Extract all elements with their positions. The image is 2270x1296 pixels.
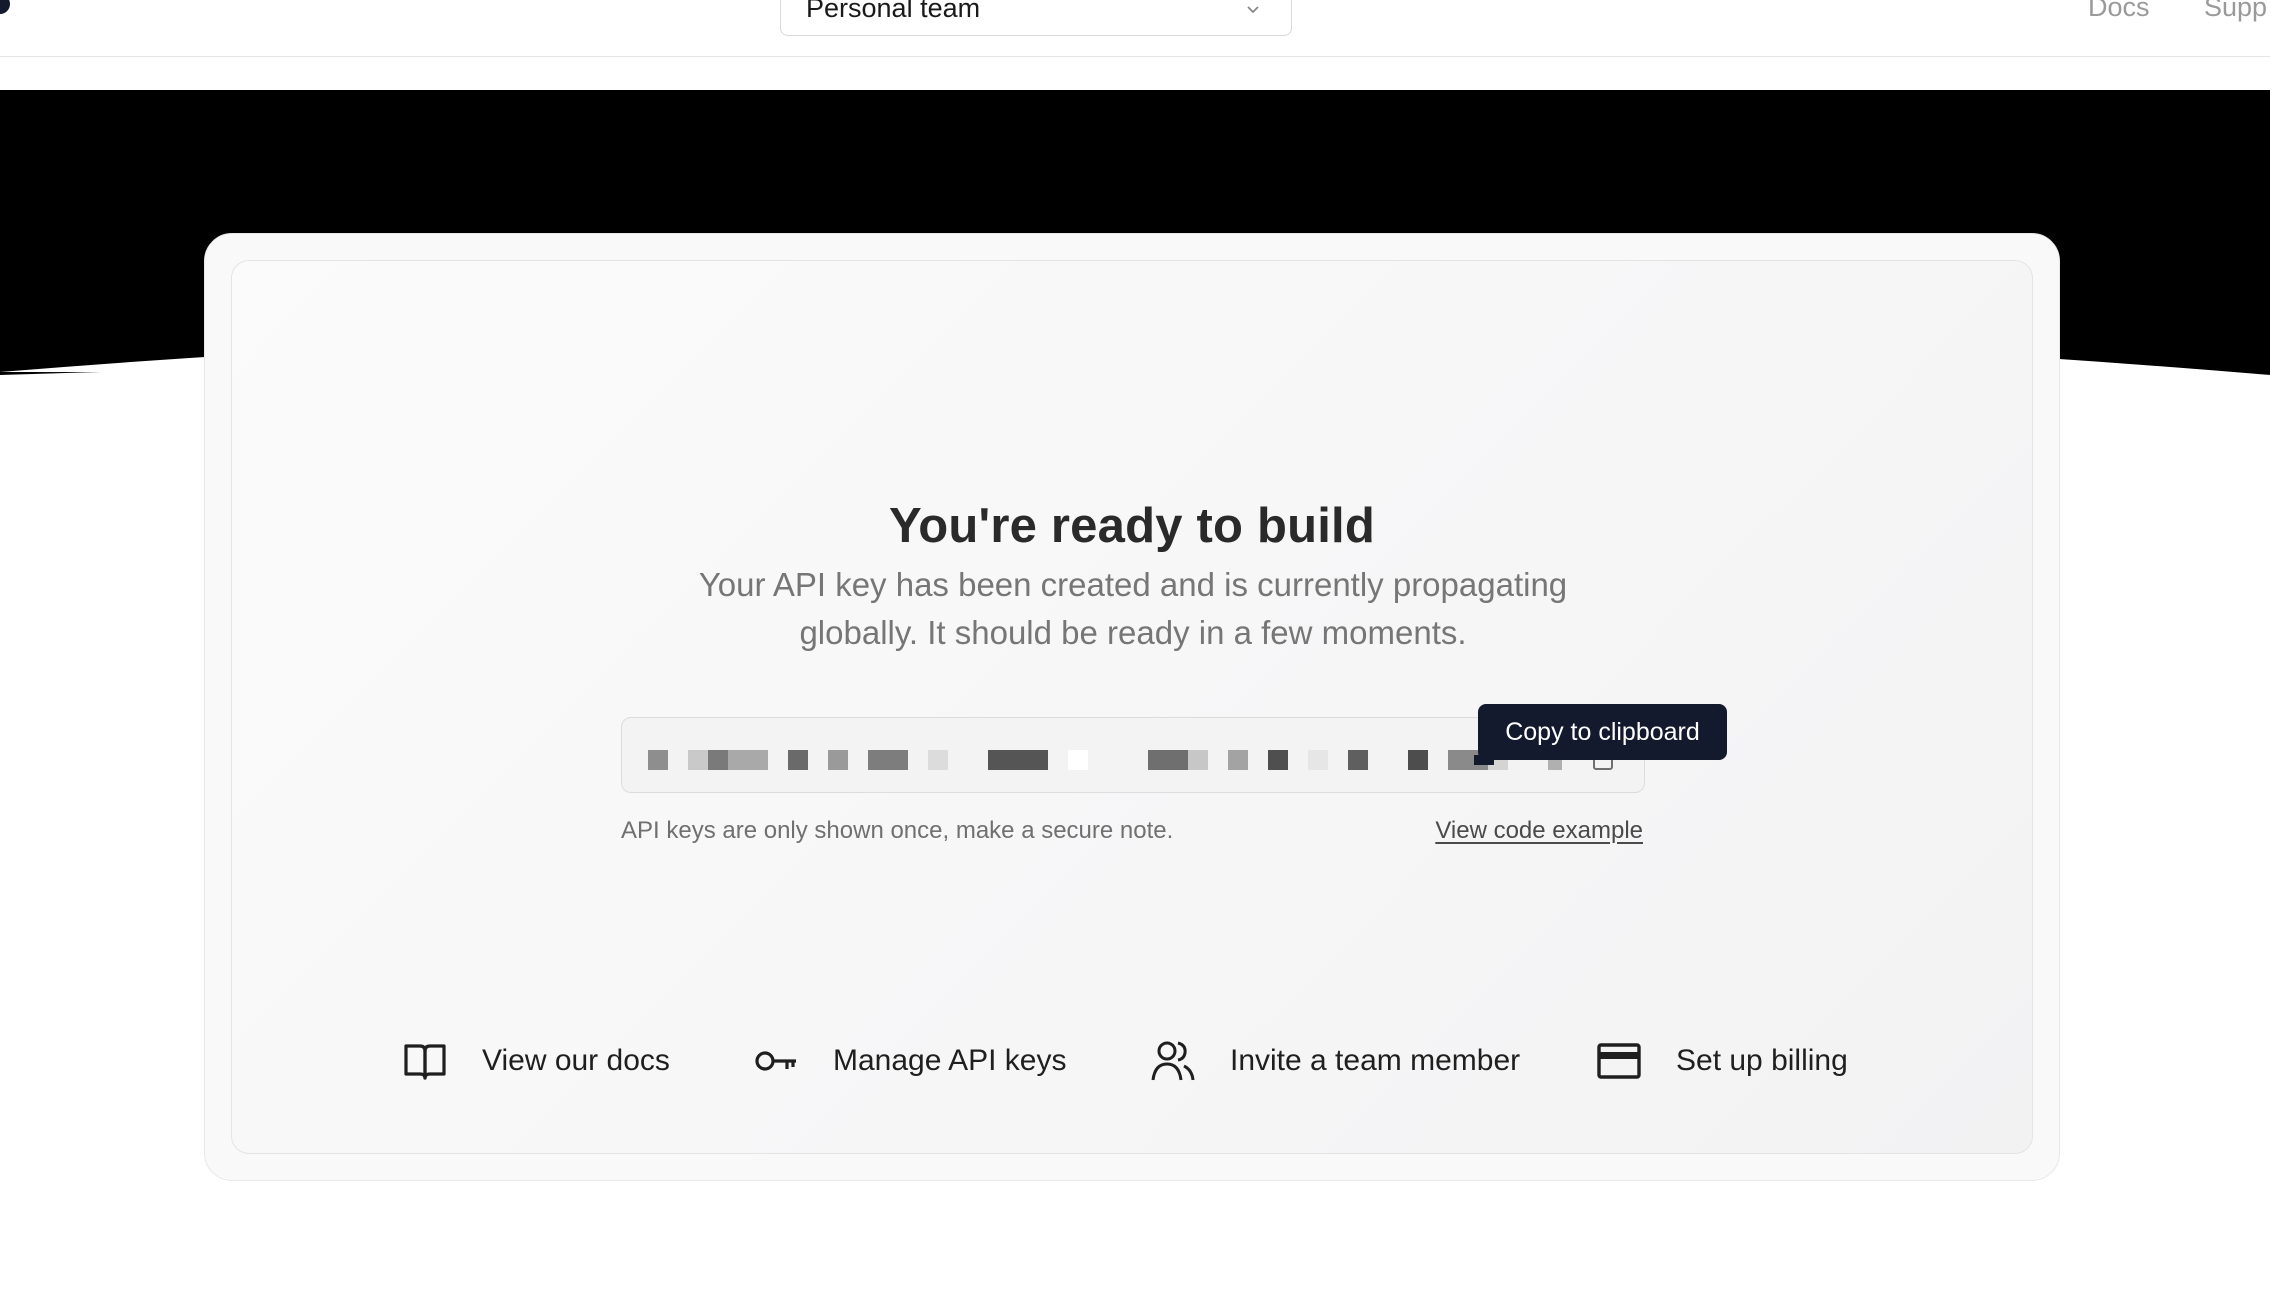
top-navigation-bar: Personal team Docs Supp [0,0,2270,57]
api-key-note: API keys are only shown once, make a sec… [621,817,1174,844]
chevron-down-icon [1247,6,1259,14]
team-select-value: Personal team [806,0,981,23]
users-icon [1150,1038,1196,1084]
team-select[interactable]: Personal team [780,0,1292,36]
view-docs-action[interactable]: View our docs [402,1031,670,1091]
book-icon [402,1038,448,1084]
onboarding-card: You're ready to build Your API key has b… [204,233,2060,1181]
credit-card-icon [1596,1038,1642,1084]
manage-api-keys-action[interactable]: Manage API keys [753,1031,1066,1091]
view-code-example-link[interactable]: View code example [1435,817,1643,845]
set-up-billing-label: Set up billing [1676,1044,1848,1077]
manage-api-keys-label: Manage API keys [833,1044,1067,1077]
page-title: You're ready to build [889,499,1375,553]
copy-tooltip: Copy to clipboard [1478,704,1727,760]
view-docs-label: View our docs [482,1044,670,1077]
onboarding-card-inner: You're ready to build Your API key has b… [231,260,2033,1154]
nav-link-support[interactable]: Supp [2204,0,2267,23]
api-key-redacted [648,750,1568,772]
invite-team-member-label: Invite a team member [1230,1044,1521,1077]
logo-icon[interactable] [0,0,10,14]
set-up-billing-action[interactable]: Set up billing [1596,1031,1848,1091]
nav-link-docs[interactable]: Docs [2088,0,2150,23]
invite-team-member-action[interactable]: Invite a team member [1150,1031,1520,1091]
key-icon [753,1038,799,1084]
page-subtitle: Your API key has been created and is cur… [698,566,1568,651]
